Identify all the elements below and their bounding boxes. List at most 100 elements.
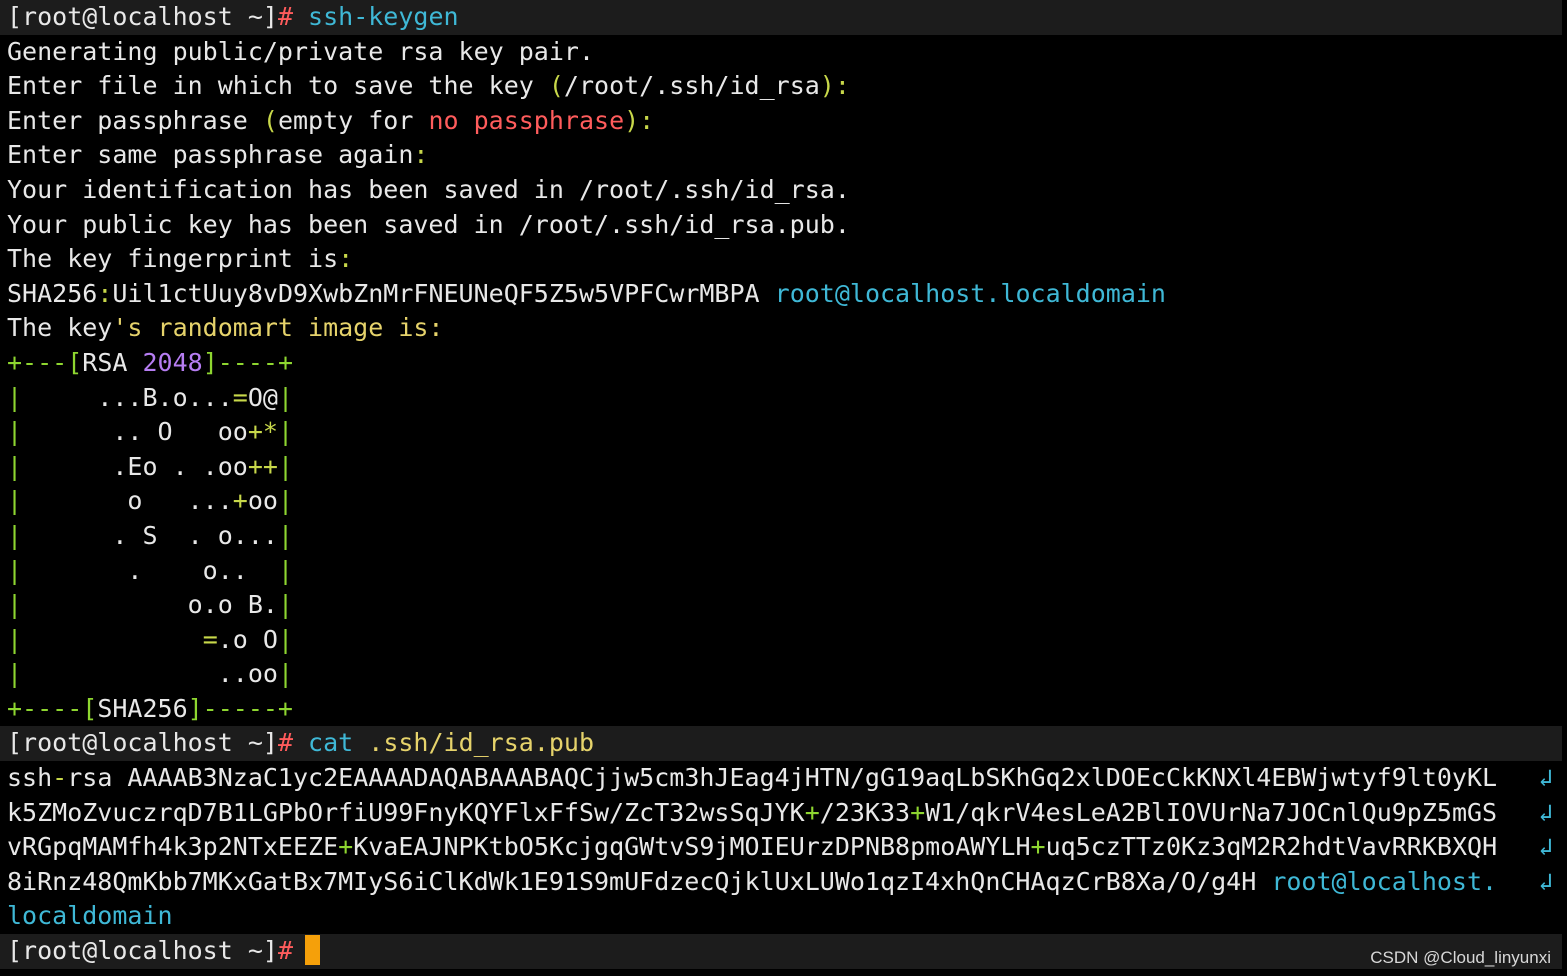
output-line: | ...B.o...=O@| xyxy=(0,381,1567,416)
text-segment: .. O oo xyxy=(22,417,248,447)
text-segment: W1/qkrV4esLeA2BlIOVUrNa7JOCnlQu9pZ5mGS xyxy=(925,797,1498,827)
text-segment: Enter passphrase xyxy=(7,105,263,135)
text-segment: ( xyxy=(548,71,564,101)
text-segment: 8iRnz48QmKbb7MKxGatBx7MIyS6iClKdWk1E91S9… xyxy=(7,866,1272,896)
output-line: | ..oo| xyxy=(0,657,1567,692)
text-segment: SHA256 xyxy=(7,278,98,308)
text-segment: .ssh/id_rsa.pub xyxy=(368,728,595,758)
text-segment: | xyxy=(7,624,23,654)
output-line: SHA256:Uil1ctUuy8vD9XwbZnMrFNEUNeQF5Z5w5… xyxy=(0,277,1567,312)
text-segment: localdomain xyxy=(7,901,173,931)
text-segment: [root@localhost ~] xyxy=(7,728,278,758)
text-segment: | xyxy=(277,520,293,550)
text-segment: | xyxy=(7,590,23,620)
text-segment: The key fingerprint is xyxy=(7,244,339,274)
text-segment: Your identification has been saved in /r… xyxy=(7,174,850,204)
output-line: +---[RSA 2048]----+ xyxy=(0,346,1567,381)
text-segment: | xyxy=(7,659,23,689)
text-segment: | xyxy=(7,451,23,481)
text-segment: o.o B. xyxy=(22,590,278,620)
text-segment: ( xyxy=(262,105,278,135)
text-segment: ]-----+ xyxy=(187,693,293,723)
text-segment xyxy=(22,625,203,654)
text-segment: ]----+ xyxy=(202,347,294,377)
output-line: | .Eo . .oo++| xyxy=(0,450,1567,485)
text-segment: | xyxy=(7,382,23,412)
line-wrap-icon: ↲ xyxy=(1538,867,1553,896)
text-segment: rsa AAAAB3NzaC1yc2EAAAADAQABAAABAQCjjw5c… xyxy=(67,763,1498,793)
text-segment: no passphrase xyxy=(428,105,625,135)
text-segment: /root/.ssh/id_rsa xyxy=(563,71,820,101)
text-segment: RSA xyxy=(82,347,143,377)
text-segment: empty for xyxy=(277,105,429,135)
text-segment: | xyxy=(277,555,293,585)
text-segment: | xyxy=(277,486,294,516)
text-segment: | xyxy=(277,659,293,689)
text-segment: root@localhost.localdomain xyxy=(774,278,1166,308)
text-segment: . S . o... xyxy=(22,520,278,550)
output-line: vRGpqMAMfh4k3p2NTxEEZE+KvaEAJNPKtbO5Kcjg… xyxy=(0,830,1567,865)
text-segment: vRGpqMAMfh4k3p2NTxEEZE xyxy=(7,832,339,862)
text-segment: | xyxy=(277,624,294,654)
output-line: The key's randomart image is: xyxy=(0,311,1567,346)
text-segment: : xyxy=(97,278,113,308)
text-segment: .Eo . .oo xyxy=(22,451,248,481)
output-line: 8iRnz48QmKbb7MKxGatBx7MIyS6iClKdWk1E91S9… xyxy=(0,865,1567,900)
output-line: localdomain xyxy=(0,899,1567,934)
text-segment: +---[ xyxy=(7,347,83,377)
output-line: Enter same passphrase again: xyxy=(0,138,1567,173)
text-segment: ssh-keygen xyxy=(308,2,459,31)
text-segment: oo xyxy=(247,486,278,516)
text-segment: Enter same passphrase again xyxy=(7,140,414,170)
text-segment: | xyxy=(277,382,294,412)
text-segment: O@ xyxy=(247,382,278,412)
text-segment: - xyxy=(52,763,68,793)
text-segment: 's randomart image is: xyxy=(112,313,444,343)
output-line: Your public key has been saved in /root/… xyxy=(0,208,1567,243)
text-segment: uq5czTTz0Kz3qM2R2hdtVavRRKBXQH xyxy=(1045,832,1498,862)
text-segment: +* xyxy=(247,417,278,447)
output-line: The key fingerprint is: xyxy=(0,242,1567,277)
output-line: | o.o B.| xyxy=(0,588,1567,623)
prompt-line: [root@localhost ~]# ssh-keygen xyxy=(0,0,1562,35)
watermark: CSDN @Cloud_linyunxi xyxy=(1370,948,1551,967)
text-segment: + xyxy=(338,832,354,862)
terminal-output[interactable]: [root@localhost ~]# ssh-keygen Generating… xyxy=(0,0,1567,976)
text-segment: + xyxy=(232,486,248,516)
text-segment: [root@localhost ~] xyxy=(7,2,278,31)
text-segment: 2048 xyxy=(142,347,203,377)
prompt-line: [root@localhost ~]# cat .ssh/id_rsa.pub xyxy=(0,726,1562,762)
text-segment: cat xyxy=(308,728,369,758)
line-wrap-icon: ↲ xyxy=(1538,798,1553,827)
cursor-block xyxy=(305,935,320,966)
text-segment: ..oo xyxy=(22,659,278,689)
output-line: | . S . o...| xyxy=(0,519,1567,554)
text-segment: Uil1ctUuy8vD9XwbZnMrFNEUNeQF5Z5w5VPFCwrM… xyxy=(112,278,775,308)
text-segment: | xyxy=(7,555,23,585)
text-segment: | xyxy=(7,417,23,447)
text-segment: | xyxy=(7,520,23,550)
text-segment: # xyxy=(277,728,309,758)
text-segment: + xyxy=(910,797,926,827)
output-line: | .. O oo+*| xyxy=(0,415,1567,450)
output-line: | =.o O| xyxy=(0,623,1567,658)
output-line: | . o.. | xyxy=(0,554,1567,589)
text-segment: KvaEAJNPKtbO5KcjgqGWtvS9jMOIEUrzDPNB8pmo… xyxy=(353,832,1031,862)
text-segment: | xyxy=(7,486,23,516)
text-segment: ): xyxy=(624,105,655,135)
text-segment: : xyxy=(338,244,354,274)
text-segment: ssh xyxy=(7,763,53,793)
text-segment: | xyxy=(277,451,294,481)
text-segment: +----[ xyxy=(7,693,98,723)
text-segment: SHA256 xyxy=(97,693,188,723)
output-line: Generating public/private rsa key pair. xyxy=(0,35,1567,70)
text-segment: ...B.o... xyxy=(22,382,233,412)
text-segment: | xyxy=(277,417,294,447)
text-segment: + xyxy=(804,797,820,827)
output-line: +----[SHA256]-----+ xyxy=(0,692,1567,727)
text-segment: . o.. xyxy=(22,555,278,585)
text-segment: : xyxy=(413,140,429,170)
text-segment: = xyxy=(202,624,218,654)
output-line: k5ZMoZvuczrqD7B1LGPbOrfiU99FnyKQYFlxFfSw… xyxy=(0,796,1567,831)
text-segment: ): xyxy=(819,71,850,101)
